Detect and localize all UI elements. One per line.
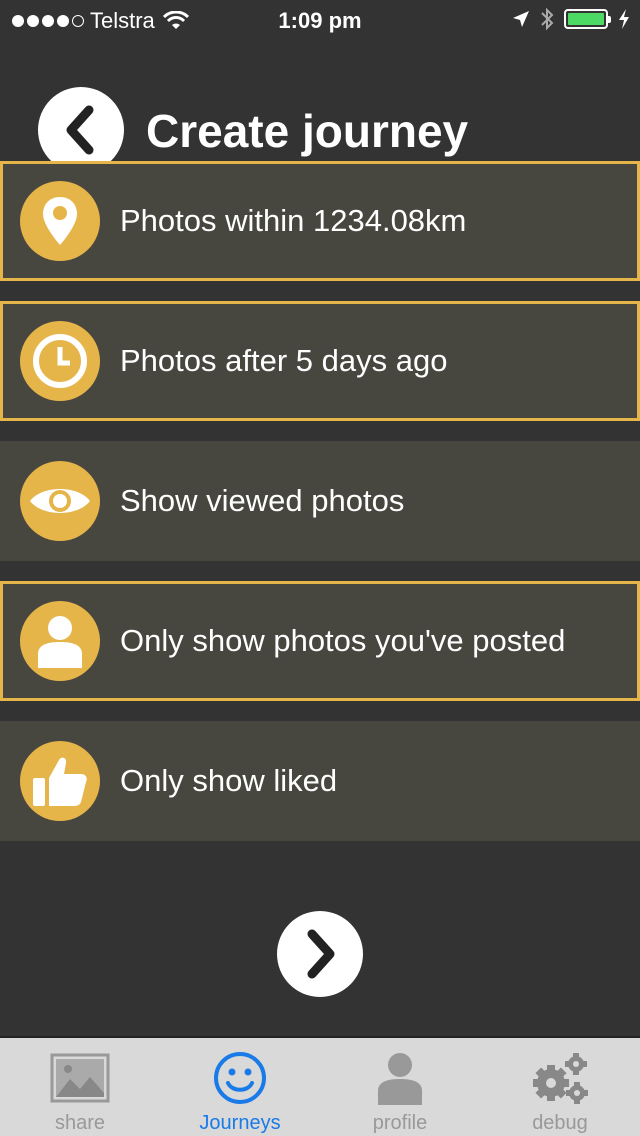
smiley-icon xyxy=(208,1050,272,1106)
option-label: Only show photos you've posted xyxy=(120,623,566,658)
next-button[interactable] xyxy=(277,911,363,997)
chevron-left-icon xyxy=(66,105,94,155)
gears-icon xyxy=(528,1050,592,1106)
battery-icon xyxy=(564,9,611,29)
image-icon xyxy=(48,1050,112,1106)
clock-icon xyxy=(33,334,87,388)
option-distance[interactable]: Photos within 1234.08km xyxy=(0,161,640,281)
status-right xyxy=(512,7,630,31)
option-viewed[interactable]: Show viewed photos xyxy=(0,441,640,561)
tab-profile[interactable]: profile xyxy=(320,1038,480,1136)
option-icon-container xyxy=(20,601,100,681)
option-posted[interactable]: Only show photos you've posted xyxy=(0,581,640,701)
option-icon-container xyxy=(20,321,100,401)
option-icon-container xyxy=(20,181,100,261)
tab-journeys[interactable]: Journeys xyxy=(160,1038,320,1136)
option-icon-container xyxy=(20,461,100,541)
option-label: Show viewed photos xyxy=(120,483,405,518)
option-icon-container xyxy=(20,741,100,821)
tab-label: profile xyxy=(372,1112,428,1134)
option-label: Photos after 5 days ago xyxy=(120,343,448,378)
option-label: Only show liked xyxy=(120,763,338,798)
tab-label: share xyxy=(54,1112,106,1134)
status-bar: Telstra 1:09 pm xyxy=(0,0,640,40)
location-arrow-icon xyxy=(513,11,529,27)
location-pin-icon xyxy=(43,197,77,245)
bluetooth-icon xyxy=(541,7,554,31)
option-time[interactable]: Photos after 5 days ago xyxy=(0,301,640,421)
option-label: Photos within 1234.08km xyxy=(120,203,467,238)
chevron-right-icon xyxy=(307,929,335,979)
person-icon xyxy=(38,616,82,668)
tab-label: debug xyxy=(532,1112,588,1134)
tab-bar: share Journeys profile debug xyxy=(0,1036,640,1136)
page-title: Create journey xyxy=(146,105,469,157)
tab-debug[interactable]: debug xyxy=(480,1038,640,1136)
tab-share[interactable]: share xyxy=(0,1038,160,1136)
thumbs-up-icon xyxy=(33,757,87,806)
person-icon xyxy=(368,1050,432,1106)
tab-label: Journeys xyxy=(199,1112,281,1134)
charging-bolt-icon xyxy=(619,9,629,29)
option-liked[interactable]: Only show liked xyxy=(0,721,640,841)
eye-icon xyxy=(30,489,90,513)
